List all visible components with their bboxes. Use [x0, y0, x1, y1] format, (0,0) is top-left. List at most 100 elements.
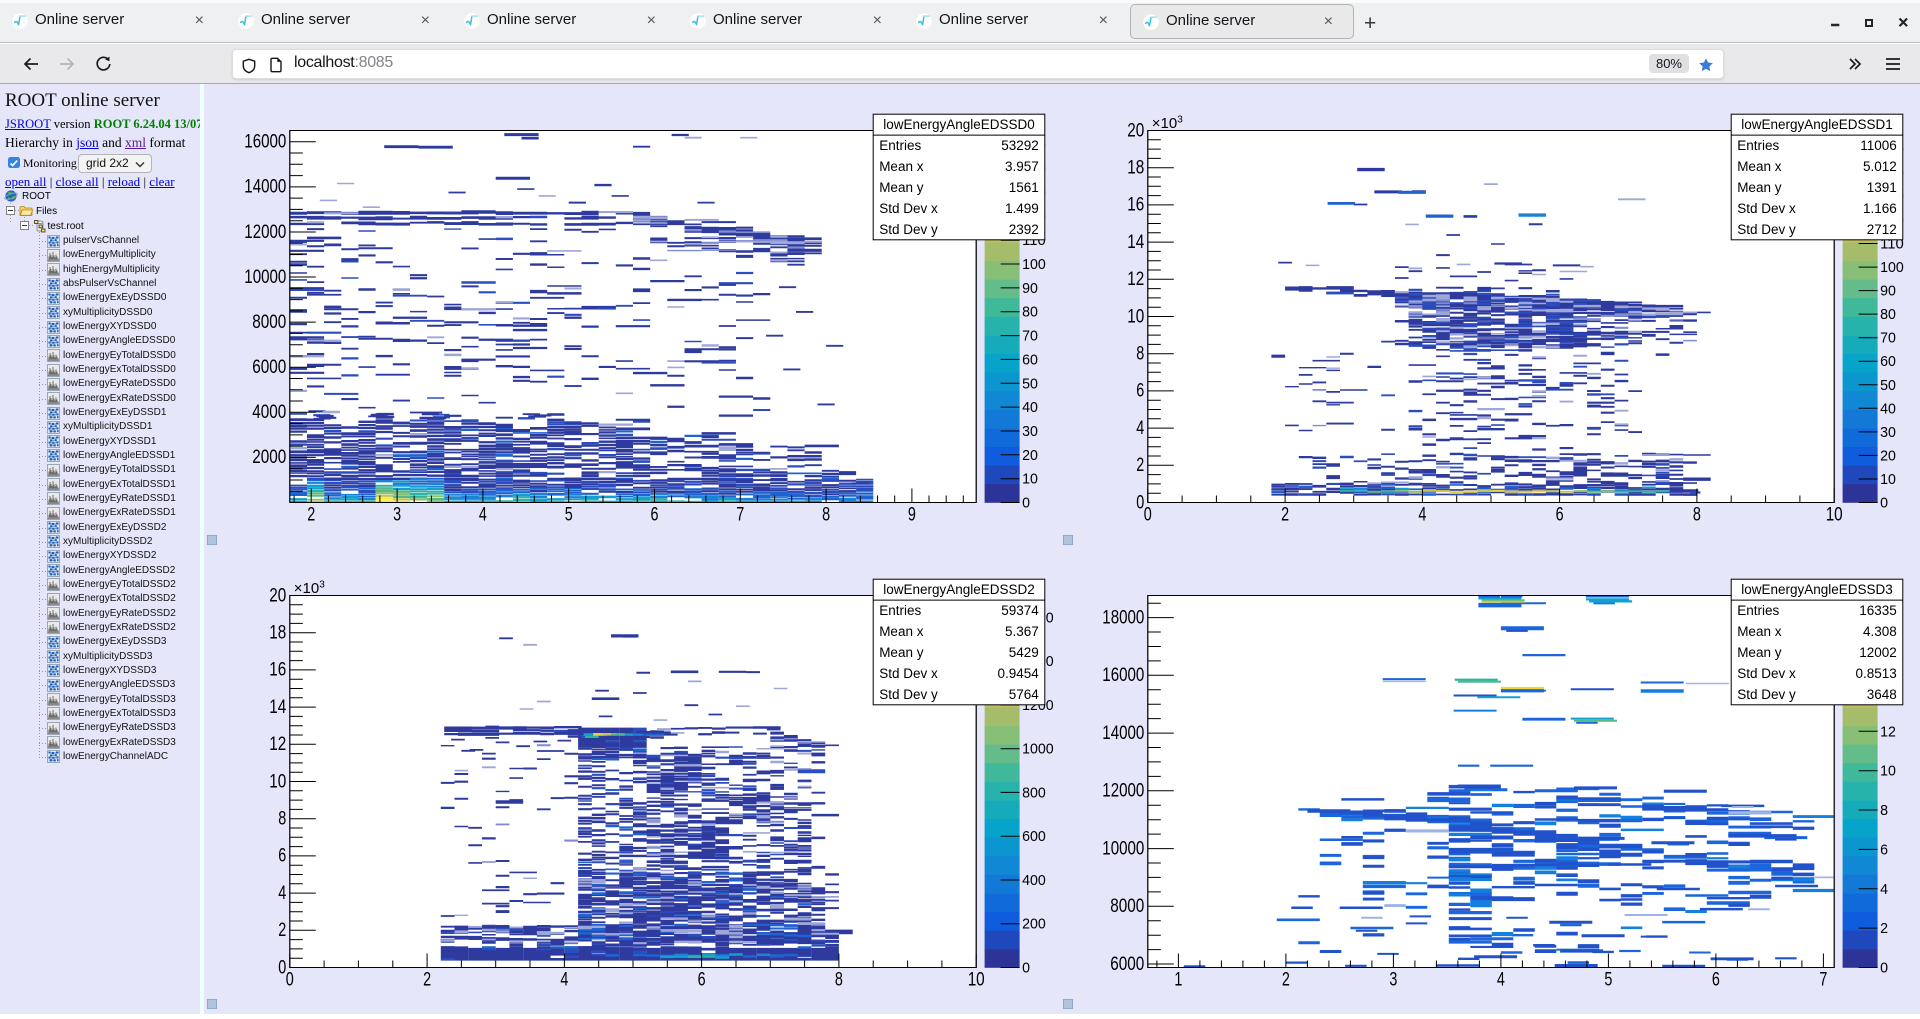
svg-text:10: 10: [968, 970, 985, 991]
svg-text:59374: 59374: [1001, 603, 1039, 618]
svg-text:10: 10: [1127, 306, 1144, 327]
svg-text:4: 4: [560, 970, 568, 991]
svg-text:0: 0: [1022, 960, 1030, 977]
svg-text:6: 6: [1880, 841, 1888, 858]
svg-text:10: 10: [1022, 471, 1038, 488]
svg-text:18000: 18000: [1102, 607, 1144, 628]
svg-text:16000: 16000: [244, 132, 286, 153]
svg-text:40: 40: [1880, 400, 1896, 417]
svg-text:800: 800: [1022, 784, 1046, 801]
svg-text:0: 0: [1880, 960, 1888, 977]
svg-text:0: 0: [1022, 495, 1030, 512]
svg-text:Mean x: Mean x: [879, 624, 924, 639]
svg-text:600: 600: [1022, 828, 1046, 845]
svg-text:Entries: Entries: [879, 603, 921, 618]
svg-text:14000: 14000: [1102, 723, 1144, 744]
svg-text:Std Dev x: Std Dev x: [879, 666, 938, 681]
svg-text:8000: 8000: [1110, 896, 1144, 917]
svg-text:Std Dev x: Std Dev x: [879, 201, 938, 216]
svg-text:8: 8: [1136, 344, 1144, 365]
svg-text:3.957: 3.957: [1005, 159, 1039, 174]
svg-text:0: 0: [286, 970, 294, 991]
svg-text:8000: 8000: [252, 312, 286, 333]
svg-text:10: 10: [1826, 505, 1843, 526]
svg-text:Std Dev y: Std Dev y: [879, 222, 938, 237]
svg-text:4.308: 4.308: [1863, 624, 1897, 639]
svg-text:×103: ×103: [1152, 115, 1183, 133]
svg-text:4000: 4000: [252, 402, 286, 423]
svg-text:6000: 6000: [1110, 954, 1144, 975]
svg-text:8: 8: [1880, 802, 1888, 819]
svg-text:0.9454: 0.9454: [998, 666, 1040, 681]
svg-text:5.367: 5.367: [1005, 624, 1039, 639]
svg-text:12: 12: [1880, 723, 1896, 740]
svg-text:60: 60: [1880, 353, 1896, 370]
svg-text:1000: 1000: [1022, 741, 1054, 758]
svg-text:90: 90: [1022, 280, 1038, 297]
svg-text:8: 8: [822, 505, 830, 526]
svg-text:2: 2: [1136, 455, 1144, 476]
svg-text:×103: ×103: [294, 580, 325, 598]
svg-text:20: 20: [269, 585, 286, 606]
svg-text:100: 100: [1022, 256, 1046, 273]
svg-text:Mean y: Mean y: [879, 180, 924, 195]
svg-text:10: 10: [1880, 763, 1896, 780]
svg-text:60: 60: [1022, 351, 1038, 368]
svg-text:2: 2: [423, 970, 431, 991]
svg-text:70: 70: [1880, 330, 1896, 347]
svg-text:80: 80: [1022, 304, 1038, 321]
svg-text:40: 40: [1022, 399, 1038, 416]
svg-text:16: 16: [1127, 195, 1144, 216]
svg-text:1: 1: [1174, 970, 1182, 991]
svg-text:4: 4: [1497, 970, 1505, 991]
svg-text:Std Dev y: Std Dev y: [1737, 687, 1796, 702]
svg-text:14: 14: [269, 697, 286, 718]
svg-text:0: 0: [1880, 495, 1888, 512]
svg-text:5429: 5429: [1009, 645, 1039, 660]
svg-text:10000: 10000: [244, 267, 286, 288]
svg-text:0: 0: [278, 957, 286, 978]
svg-text:lowEnergyAngleEDSSD0: lowEnergyAngleEDSSD0: [883, 117, 1035, 132]
svg-text:1.499: 1.499: [1005, 201, 1039, 216]
svg-text:2392: 2392: [1009, 222, 1039, 237]
svg-text:4: 4: [278, 883, 286, 904]
svg-text:6: 6: [1556, 505, 1564, 526]
svg-text:1561: 1561: [1009, 180, 1039, 195]
svg-text:14000: 14000: [244, 177, 286, 198]
svg-text:6: 6: [1712, 970, 1720, 991]
svg-text:6: 6: [278, 846, 286, 867]
svg-text:12: 12: [269, 734, 286, 755]
svg-text:4: 4: [479, 505, 487, 526]
svg-text:2: 2: [307, 505, 315, 526]
svg-text:3: 3: [393, 505, 401, 526]
svg-text:80: 80: [1880, 306, 1896, 323]
svg-text:3648: 3648: [1867, 687, 1897, 702]
svg-text:2000: 2000: [252, 447, 286, 468]
svg-text:5764: 5764: [1009, 687, 1040, 702]
svg-text:10: 10: [1880, 471, 1896, 488]
svg-text:16: 16: [269, 660, 286, 681]
svg-text:4: 4: [1136, 418, 1144, 439]
svg-text:6000: 6000: [252, 357, 286, 378]
svg-text:10000: 10000: [1102, 838, 1144, 859]
svg-text:Mean y: Mean y: [1737, 645, 1782, 660]
svg-text:30: 30: [1022, 423, 1038, 440]
svg-text:12000: 12000: [244, 222, 286, 243]
svg-text:8: 8: [278, 809, 286, 830]
svg-text:14: 14: [1127, 232, 1144, 253]
svg-text:3: 3: [1389, 970, 1397, 991]
svg-text:2: 2: [1282, 970, 1290, 991]
svg-text:20: 20: [1022, 447, 1038, 464]
svg-text:7: 7: [736, 505, 744, 526]
svg-text:Mean x: Mean x: [879, 159, 924, 174]
svg-text:8: 8: [1693, 505, 1701, 526]
svg-text:Entries: Entries: [879, 138, 921, 153]
svg-text:2: 2: [1880, 920, 1888, 937]
svg-text:16335: 16335: [1859, 603, 1897, 618]
svg-text:400: 400: [1022, 872, 1046, 889]
svg-text:6: 6: [698, 970, 706, 991]
svg-text:100: 100: [1880, 259, 1904, 276]
svg-text:18: 18: [269, 623, 286, 644]
svg-text:4: 4: [1880, 881, 1888, 898]
svg-text:70: 70: [1022, 328, 1038, 345]
